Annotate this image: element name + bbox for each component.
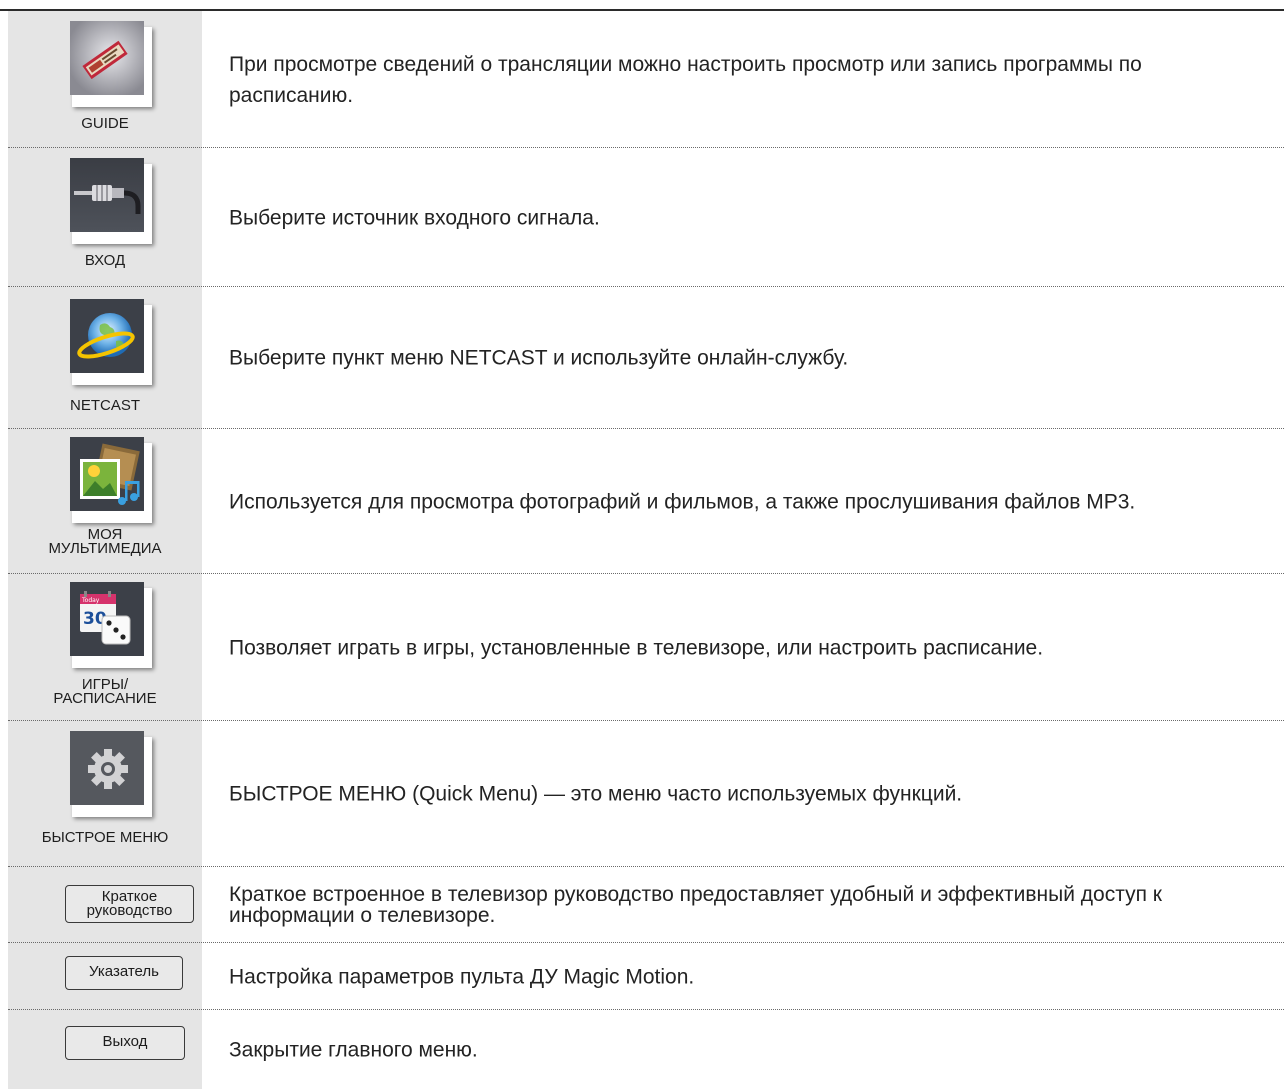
calendar-label: Today [81, 597, 100, 604]
menu-reference-page: GUIDE При просмотре сведений о трансляци… [0, 0, 1284, 1089]
row-netcast: NETCAST Выберите пункт меню NETCAST и ис… [8, 287, 1284, 429]
input-tile[interactable] [70, 158, 160, 244]
row-quick-menu: БЫСТРОЕ МЕНЮ БЫСТРОЕ МЕНЮ (Quick Menu) —… [8, 721, 1284, 867]
my-media-tile[interactable] [70, 437, 160, 523]
gear-icon [70, 731, 144, 805]
row-my-media: МОЯ МУЛЬТИМЕДИА Используется для просмот… [8, 429, 1284, 574]
guide-icon [70, 21, 144, 95]
description-pointer: Настройка параметров пульта ДУ Magic Mot… [229, 965, 695, 988]
description-input: Выберите источник входного сигнала. [229, 206, 600, 229]
caption-netcast: NETCAST [69, 397, 140, 414]
description-netcast: Выберите пункт меню NETCAST и используйт… [229, 346, 849, 370]
media-icon [70, 437, 144, 511]
caption-quick-menu: БЫСТРОЕ МЕНЮ [41, 829, 169, 846]
description-guide: При просмотре сведений о трансляции можн… [229, 52, 1142, 107]
row-simple-manual: Краткое руководство Краткое встроенное в… [8, 867, 1284, 943]
description-my-media: Используется для просмотра фотографий и … [229, 490, 1136, 513]
row-pointer: Указатель Настройка параметров пульта ДУ… [8, 943, 1284, 1010]
input-cable-icon [70, 158, 144, 232]
description-quick-menu: БЫСТРОЕ МЕНЮ (Quick Menu) — это меню час… [229, 782, 963, 806]
row-input: ВХОД Выберите источник входного сигнала. [8, 148, 1284, 287]
simple-manual-button[interactable]: Краткое руководство [65, 885, 194, 923]
calendar-dice-icon: Today 30 [70, 582, 144, 656]
caption-my-media: МОЯ МУЛЬТИМЕДИА [48, 526, 162, 557]
row-exit: Выход Закрытие главного меню. [8, 1010, 1284, 1089]
exit-button[interactable]: Выход [65, 1026, 185, 1060]
pointer-button[interactable]: Указатель [65, 956, 183, 990]
guide-tile[interactable] [70, 21, 160, 107]
games-schedule-tile[interactable]: Today 30 [70, 582, 160, 668]
globe-icon [70, 299, 144, 373]
description-simple-manual: Краткое встроенное в телевизор руководст… [229, 883, 1162, 927]
description-exit: Закрытие главного меню. [229, 1038, 478, 1061]
netcast-tile[interactable] [70, 299, 160, 385]
caption-input: ВХОД [84, 252, 126, 269]
caption-guide: GUIDE [81, 115, 129, 132]
row-guide: GUIDE При просмотре сведений о трансляци… [8, 11, 1284, 148]
quick-menu-tile[interactable] [70, 731, 160, 817]
description-games-schedule: Позволяет играть в игры, установленные в… [229, 636, 1044, 659]
caption-games-schedule: ИГРЫ/ РАСПИСАНИЕ [53, 676, 157, 707]
row-games-schedule: Today 30 ИГРЫ/ РАСПИСАНИЕ Позволяет игра… [8, 574, 1284, 721]
